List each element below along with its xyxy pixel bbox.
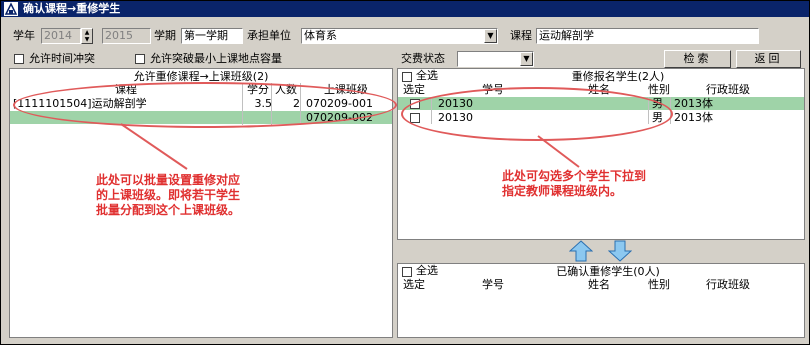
annotation-line: 此处可勾选多个学生下拉到 [502,169,647,183]
pointer-line [120,123,188,170]
left-annotation: 此处可以批量设置重修对应 的上课班级。即将若干学生 批量分配到这个上课班级。 [96,173,240,218]
annotation-line: 的上课班级。即将若干学生 [96,188,241,202]
annotation-line: 此处可以批量设置重修对应 [96,173,241,187]
right-annotation: 此处可勾选多个学生下拉到 指定教师课程班级内。 [502,169,646,199]
annotation-line: 批量分配到这个上课班级。 [96,203,241,217]
confirm-retake-window: 确认课程→重修学生 学年 2014 ▲ ▼ 2015 学期 第一学期 承担单位 体… [0,0,810,345]
annotation-line: 指定教师课程班级内。 [502,184,623,198]
pointer-line [537,135,580,168]
